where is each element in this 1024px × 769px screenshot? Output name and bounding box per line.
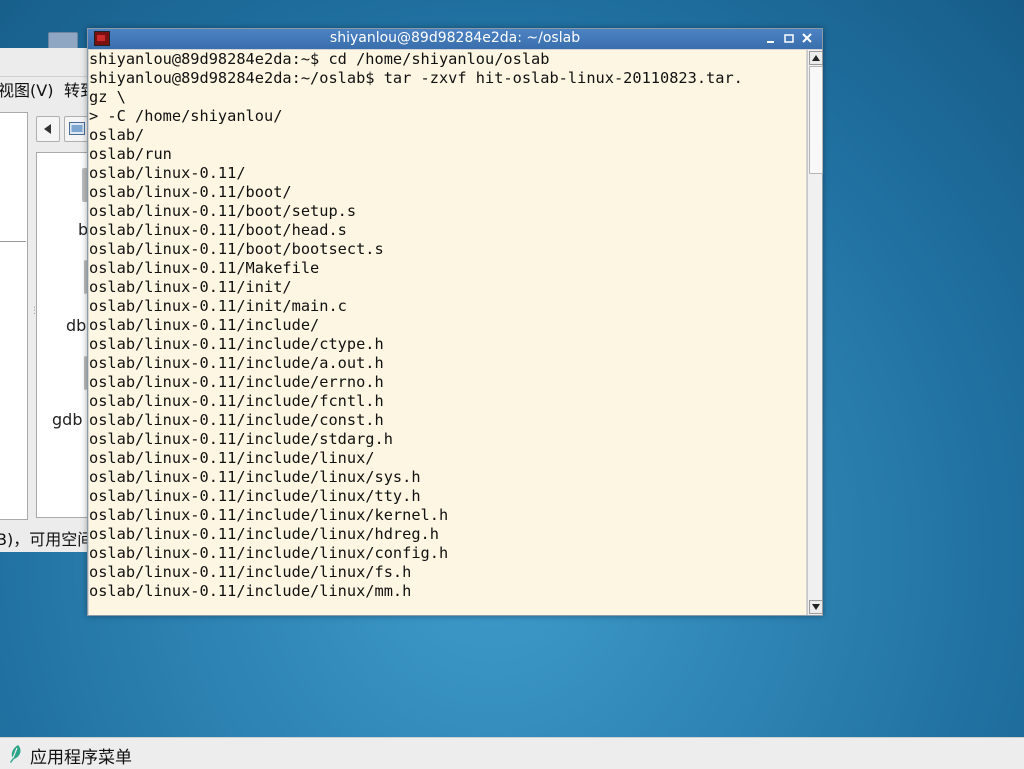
terminal-line: oslab/linux-0.11/boot/setup.s <box>89 202 357 220</box>
terminal-output[interactable]: shiyanlou@89d98284e2da:~$ cd /home/shiya… <box>89 50 806 615</box>
terminal-line: oslab/linux-0.11/include/linux/hdreg.h <box>89 525 439 543</box>
terminal-line: oslab/linux-0.11/include/linux/fs.h <box>89 563 412 581</box>
terminal-line: gz \ <box>89 88 126 106</box>
taskbar: 应用程序菜单 <box>0 737 1024 769</box>
terminal-line: oslab/linux-0.11/include/linux/mm.h <box>89 582 412 600</box>
file-manager-side-pane[interactable] <box>0 112 28 520</box>
close-button[interactable] <box>800 31 814 46</box>
terminal-line: oslab/linux-0.11/include/linux/tty.h <box>89 487 421 505</box>
terminal-line: oslab/linux-0.11/include/ <box>89 316 320 334</box>
terminal-line: oslab/linux-0.11/include/const.h <box>89 411 384 429</box>
back-arrow-icon <box>44 124 51 134</box>
terminal-line: oslab/linux-0.11/boot/head.s <box>89 221 347 239</box>
terminal-line: oslab/linux-0.11/ <box>89 164 246 182</box>
terminal-line: oslab/linux-0.11/boot/ <box>89 183 292 201</box>
terminal-title-bar[interactable]: shiyanlou@89d98284e2da: ~/oslab <box>88 29 822 49</box>
terminal-line: oslab/linux-0.11/include/a.out.h <box>89 354 384 372</box>
terminal-line: oslab/linux-0.11/include/linux/ <box>89 449 375 467</box>
app-menu-button[interactable]: 应用程序菜单 <box>30 743 132 768</box>
terminal-line: oslab/linux-0.11/include/linux/config.h <box>89 544 449 562</box>
file-label[interactable]: gdb <box>52 410 82 429</box>
terminal-line: > -C /home/shiyanlou/ <box>89 107 283 125</box>
terminal-line: shiyanlou@89d98284e2da:~$ cd /home/shiya… <box>89 50 550 68</box>
pane-resize-handle[interactable]: ⋮ <box>30 306 39 316</box>
scroll-down-button[interactable] <box>809 600 823 614</box>
terminal-scrollbar[interactable] <box>807 50 823 615</box>
maximize-icon <box>784 34 794 43</box>
terminal-line: oslab/linux-0.11/boot/bootsect.s <box>89 240 384 258</box>
scrollbar-thumb[interactable] <box>809 66 823 174</box>
terminal-line: oslab/linux-0.11/Makefile <box>89 259 320 277</box>
status-bar-text: B)，可用空间 <box>0 530 94 549</box>
window-title: shiyanlou@89d98284e2da: ~/oslab <box>329 30 581 46</box>
scroll-up-button[interactable] <box>809 51 823 65</box>
terminal-line: oslab/linux-0.11/include/linux/sys.h <box>89 468 421 486</box>
menu-view[interactable]: 视图(V) <box>0 77 53 101</box>
terminal-lines: shiyanlou@89d98284e2da:~$ cd /home/shiya… <box>89 50 743 601</box>
terminal-line: oslab/linux-0.11/include/linux/kernel.h <box>89 506 449 524</box>
back-button[interactable] <box>36 116 60 142</box>
scroll-down-arrow-icon <box>812 604 820 610</box>
computer-icon <box>69 122 85 135</box>
terminal-line: shiyanlou@89d98284e2da:~/oslab$ tar -zxv… <box>89 69 743 87</box>
terminal-window[interactable]: shiyanlou@89d98284e2da: ~/oslab shiyanlo… <box>87 28 823 616</box>
terminal-line: oslab/linux-0.11/init/main.c <box>89 297 347 315</box>
maximize-button[interactable] <box>782 31 796 46</box>
close-icon <box>802 33 812 43</box>
scroll-up-arrow-icon <box>812 55 820 61</box>
terminal-line: oslab/linux-0.11/init/ <box>89 278 292 296</box>
app-menu-leaf-icon[interactable] <box>9 745 23 763</box>
terminal-line: oslab/linux-0.11/include/ctype.h <box>89 335 384 353</box>
side-pane-divider <box>0 241 26 242</box>
minimize-button[interactable] <box>764 31 778 46</box>
terminal-line: oslab/linux-0.11/include/stdarg.h <box>89 430 393 448</box>
terminal-line: oslab/ <box>89 126 145 144</box>
terminal-line: oslab/linux-0.11/include/fcntl.h <box>89 392 384 410</box>
minimize-icon <box>767 41 774 43</box>
file-label[interactable]: db <box>66 316 86 335</box>
terminal-line: oslab/linux-0.11/include/errno.h <box>89 373 384 391</box>
terminal-line: oslab/run <box>89 145 172 163</box>
